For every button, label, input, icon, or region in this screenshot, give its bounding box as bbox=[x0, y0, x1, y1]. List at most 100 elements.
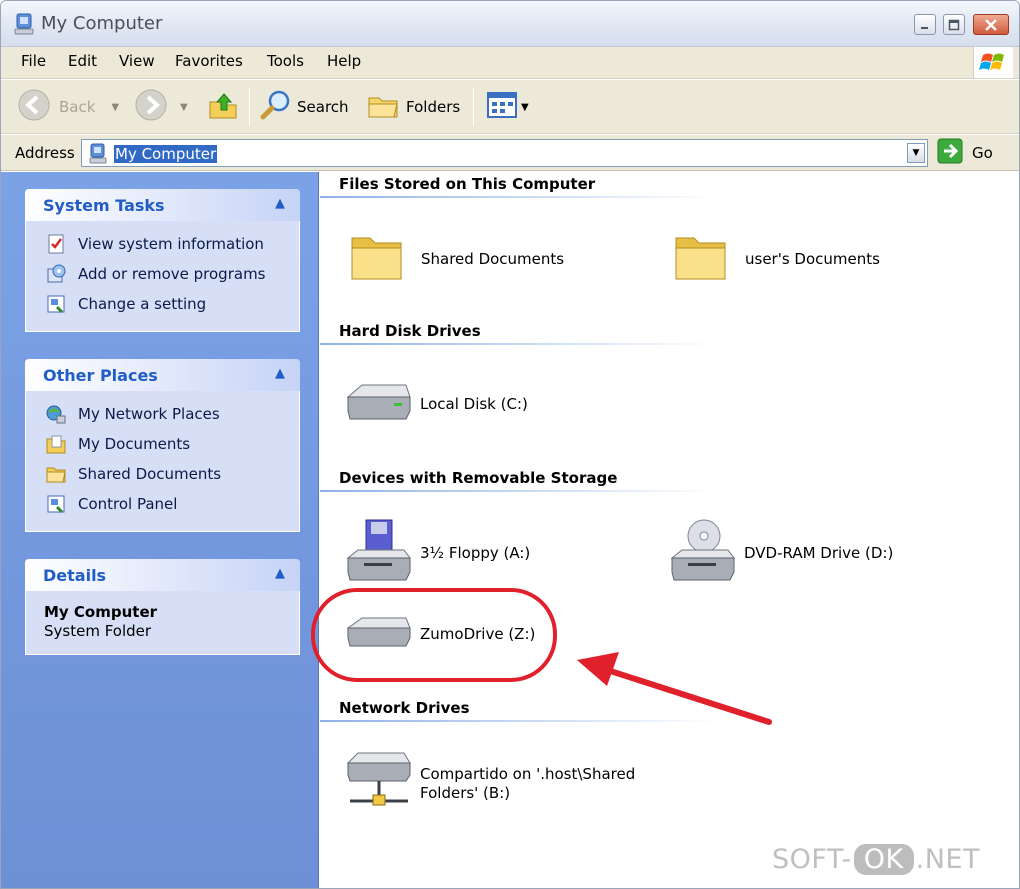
windows-logo-icon bbox=[973, 47, 1013, 78]
control-panel-icon bbox=[44, 292, 68, 316]
item-label: 3½ Floppy (A:) bbox=[420, 543, 531, 562]
folders-button[interactable]: Folders bbox=[366, 90, 460, 124]
task-view-system-info[interactable]: View system information bbox=[44, 229, 299, 259]
menu-tools[interactable]: Tools bbox=[267, 52, 304, 70]
menu-file[interactable]: File bbox=[21, 52, 46, 70]
views-icon bbox=[485, 88, 519, 126]
group-title: Files Stored on This Computer bbox=[339, 175, 596, 193]
folder-icon bbox=[672, 228, 730, 290]
go-button[interactable]: Go bbox=[937, 138, 993, 168]
annotation-arrow-icon bbox=[577, 652, 772, 725]
task-label: View system information bbox=[78, 235, 264, 253]
place-my-network-places[interactable]: My Network Places bbox=[44, 399, 299, 429]
details-name: My Computer bbox=[44, 603, 158, 621]
views-button[interactable]: ▼ bbox=[485, 90, 529, 124]
place-shared-documents[interactable]: Shared Documents bbox=[44, 459, 299, 489]
collapse-chevron-icon[interactable]: ▲ bbox=[270, 566, 290, 584]
dvd-drive-icon bbox=[668, 518, 738, 588]
up-folder-button[interactable] bbox=[206, 90, 240, 124]
add-remove-programs-icon bbox=[44, 262, 68, 286]
my-computer-icon bbox=[13, 12, 35, 36]
explorer-window: My Computer File Edit View Favorites Too… bbox=[0, 0, 1020, 889]
views-dropdown-icon[interactable]: ▼ bbox=[521, 102, 529, 113]
item-label: Shared Documents bbox=[421, 249, 565, 268]
watermark-post: .NET bbox=[915, 844, 981, 875]
details-panel: Details ▲ My Computer System Folder bbox=[25, 559, 300, 655]
close-icon bbox=[985, 18, 997, 31]
search-label: Search bbox=[297, 98, 349, 116]
place-label: My Network Places bbox=[78, 405, 220, 423]
item-dvd-ram-d[interactable]: DVD-RAM Drive (D:) bbox=[668, 518, 893, 588]
item-users-documents[interactable]: user's Documents bbox=[672, 228, 880, 290]
item-floppy-a[interactable]: 3½ Floppy (A:) bbox=[344, 518, 530, 588]
item-label: Compartido on '.host\Shared Folders' (B:… bbox=[420, 765, 636, 802]
go-arrow-icon bbox=[937, 138, 963, 168]
watermark: SOFT- OK .NET bbox=[772, 844, 980, 875]
system-tasks-panel: System Tasks ▲ View system information A… bbox=[25, 189, 300, 332]
task-label: Change a setting bbox=[78, 295, 207, 313]
system-tasks-header[interactable]: System Tasks ▲ bbox=[25, 189, 300, 221]
place-label: My Documents bbox=[78, 435, 191, 453]
menu-view[interactable]: View bbox=[119, 52, 155, 70]
address-input[interactable]: My Computer ▼ bbox=[81, 139, 928, 167]
forward-button[interactable]: ▼ bbox=[134, 88, 188, 126]
system-info-icon bbox=[44, 232, 68, 256]
hard-disk-icon bbox=[344, 379, 414, 429]
content-pane: Files Stored on This Computer Shared Doc… bbox=[320, 172, 1019, 888]
up-folder-icon bbox=[206, 88, 240, 126]
panel-title: Other Places bbox=[43, 366, 158, 385]
search-icon bbox=[259, 88, 293, 126]
details-type: System Folder bbox=[44, 622, 152, 640]
maximize-button[interactable] bbox=[943, 14, 965, 35]
menu-favorites[interactable]: Favorites bbox=[175, 52, 243, 70]
item-local-disk-c[interactable]: Local Disk (C:) bbox=[344, 379, 528, 429]
folders-icon bbox=[366, 88, 400, 126]
item-shared-documents[interactable]: Shared Documents bbox=[348, 228, 564, 290]
toolbar: Back ▼ ▼ Search Folders ▼ bbox=[1, 80, 1019, 134]
panel-title: Details bbox=[43, 566, 107, 585]
details-header[interactable]: Details ▲ bbox=[25, 559, 300, 591]
search-button[interactable]: Search bbox=[259, 90, 349, 124]
place-control-panel[interactable]: Control Panel bbox=[44, 489, 299, 519]
watermark-pre: SOFT- bbox=[772, 844, 852, 875]
task-label: Add or remove programs bbox=[78, 265, 266, 283]
task-add-remove-programs[interactable]: Add or remove programs bbox=[44, 259, 299, 289]
item-label: Local Disk (C:) bbox=[420, 394, 528, 413]
place-label: Shared Documents bbox=[78, 465, 222, 483]
back-label: Back bbox=[59, 98, 96, 116]
annotation-highlight-ring bbox=[311, 588, 557, 682]
minimize-button[interactable] bbox=[914, 14, 936, 35]
window-title: My Computer bbox=[41, 13, 163, 34]
group-title: Devices with Removable Storage bbox=[339, 469, 618, 487]
menu-help[interactable]: Help bbox=[327, 52, 361, 70]
watermark-ok: OK bbox=[853, 844, 914, 875]
go-label: Go bbox=[972, 144, 993, 162]
forward-dropdown-icon[interactable]: ▼ bbox=[180, 102, 188, 113]
close-button[interactable] bbox=[973, 14, 1009, 35]
group-title: Hard Disk Drives bbox=[339, 322, 481, 340]
other-places-header[interactable]: Other Places ▲ bbox=[25, 359, 300, 391]
other-places-panel: Other Places ▲ My Network Places My Docu… bbox=[25, 359, 300, 532]
menu-edit[interactable]: Edit bbox=[68, 52, 97, 70]
item-label: user's Documents bbox=[745, 249, 880, 268]
my-computer-icon bbox=[88, 143, 108, 169]
control-panel-icon bbox=[44, 492, 68, 516]
panel-title: System Tasks bbox=[43, 196, 165, 215]
folder-icon bbox=[348, 228, 406, 290]
address-dropdown-icon[interactable]: ▼ bbox=[907, 143, 925, 163]
collapse-chevron-icon[interactable]: ▲ bbox=[270, 366, 290, 384]
task-change-setting[interactable]: Change a setting bbox=[44, 289, 299, 319]
back-arrow-icon bbox=[17, 88, 51, 126]
back-dropdown-icon[interactable]: ▼ bbox=[111, 102, 119, 113]
collapse-chevron-icon[interactable]: ▲ bbox=[270, 196, 290, 214]
folders-label: Folders bbox=[406, 98, 461, 116]
item-network-drive-b[interactable]: Compartido on '.host\Shared Folders' (B:… bbox=[344, 749, 650, 819]
forward-arrow-icon bbox=[134, 88, 168, 126]
place-label: Control Panel bbox=[78, 495, 178, 513]
place-my-documents[interactable]: My Documents bbox=[44, 429, 299, 459]
group-title: Network Drives bbox=[339, 699, 470, 717]
title-bar: My Computer bbox=[1, 1, 1019, 47]
back-button[interactable]: Back ▼ bbox=[17, 88, 119, 126]
address-value: My Computer bbox=[114, 145, 218, 163]
network-drive-icon bbox=[344, 749, 414, 819]
